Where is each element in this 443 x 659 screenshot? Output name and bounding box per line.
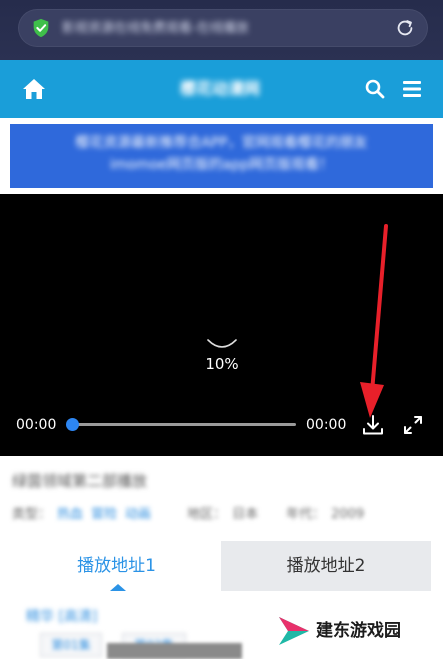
notice-box[interactable]: 樱花资源最新推荐合APP，官网观看樱花的朋友 imomoe网页版的app网页版观… xyxy=(10,124,433,188)
page: 影视资源在线免费观看-在线播放 樱花动漫网 樱花资源最新推荐合APP，官网观看樱… xyxy=(0,0,443,659)
reload-icon[interactable] xyxy=(394,17,416,39)
type-label: 类型： xyxy=(12,507,52,522)
watermark-text: 建东游戏园 xyxy=(316,621,401,641)
tag-link[interactable]: 冒险 xyxy=(91,507,117,522)
url-text: 影视资源在线免费观看-在线播放 xyxy=(62,21,249,36)
episode-section-label: 精华 [高清] xyxy=(26,609,98,625)
url-field[interactable]: 影视资源在线免费观看-在线播放 xyxy=(18,9,428,47)
progress-knob[interactable] xyxy=(66,418,79,431)
browser-address-bar: 影视资源在线免费观看-在线播放 xyxy=(0,0,443,60)
region-value: 日本 xyxy=(232,507,259,522)
red-arrow-annotation-icon xyxy=(360,224,388,418)
year-value: 2009 xyxy=(331,507,365,522)
redacted-bar xyxy=(107,643,242,659)
download-icon[interactable] xyxy=(362,414,384,436)
tag-link[interactable]: 热血 xyxy=(57,507,83,522)
loading-spinner-icon xyxy=(207,339,237,348)
loading-percent: 10% xyxy=(205,355,239,373)
menu-icon[interactable] xyxy=(402,80,422,98)
progress-bar[interactable] xyxy=(66,418,296,431)
active-tab-indicator xyxy=(110,584,126,591)
year-label: 年代： xyxy=(286,507,326,522)
home-icon[interactable] xyxy=(22,78,46,100)
watermark: 建东游戏园 xyxy=(276,611,436,651)
notice-line-1: 樱花资源最新推荐合APP，官网观看樱花的朋友 xyxy=(75,135,368,151)
notice-banner: 樱花资源最新推荐合APP，官网观看樱花的朋友 imomoe网页版的app网页版观… xyxy=(0,118,443,194)
search-icon[interactable] xyxy=(365,79,385,99)
time-current: 00:00 xyxy=(16,417,57,433)
video-player[interactable]: 10% 00:00 00:00 xyxy=(0,194,443,456)
video-title: 绿茵领域第二部播放 xyxy=(12,472,148,490)
watermark-logo-icon xyxy=(279,617,309,645)
source-tabs: 播放地址1 播放地址2 xyxy=(12,541,431,591)
video-meta: 类型： 热血 冒险 动画 地区： 日本 年代： 2009 xyxy=(12,504,437,526)
episode-chip[interactable]: 第01集 xyxy=(40,633,102,657)
time-total: 00:00 xyxy=(306,417,347,433)
site-header: 樱花动漫网 xyxy=(0,60,443,118)
video-info: 绿茵领域第二部播放 类型： 热血 冒险 动画 地区： 日本 年代： 2009 xyxy=(0,456,443,540)
shield-check-icon xyxy=(33,18,49,38)
fullscreen-icon[interactable] xyxy=(403,415,423,435)
tab-play-source-2[interactable]: 播放地址2 xyxy=(221,541,431,591)
notice-line-2: imomoe网页版的app网页版观看！ xyxy=(109,157,334,173)
tag-link[interactable]: 动画 xyxy=(125,507,151,522)
region-label: 地区： xyxy=(187,507,227,522)
site-title[interactable]: 樱花动漫网 xyxy=(140,77,300,101)
